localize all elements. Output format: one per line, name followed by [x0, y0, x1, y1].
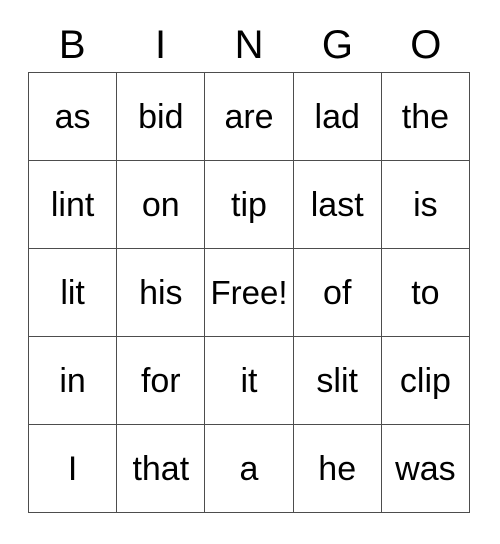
bingo-cell[interactable]: last — [293, 161, 382, 249]
bingo-cell[interactable]: that — [117, 425, 206, 513]
bingo-cell[interactable]: tip — [205, 161, 294, 249]
bingo-header-row: B I N G O — [28, 18, 470, 72]
bingo-cell-label: tip — [231, 185, 267, 224]
bingo-cell-label: in — [59, 361, 86, 400]
bingo-cell-label: to — [411, 273, 440, 312]
bingo-cell[interactable]: clip — [381, 337, 471, 425]
bingo-cell[interactable]: lad — [293, 73, 382, 161]
bingo-cell-label: is — [413, 185, 438, 224]
bingo-cell[interactable]: it — [205, 337, 294, 425]
bingo-cell-label: last — [310, 185, 364, 224]
bingo-cell-label: he — [318, 449, 357, 488]
bingo-cell[interactable]: for — [117, 337, 206, 425]
bingo-cell[interactable]: of — [293, 249, 382, 337]
bingo-cell-label: lit — [60, 273, 85, 312]
bingo-cell-label: slit — [316, 361, 358, 400]
bingo-row: lint on tip last is — [29, 161, 471, 249]
bingo-cell[interactable]: as — [29, 73, 118, 161]
bingo-cell-label: for — [140, 361, 181, 400]
bingo-row: I that a he was — [29, 425, 471, 513]
bingo-cell-label: are — [224, 97, 274, 136]
bingo-cell[interactable]: are — [205, 73, 294, 161]
bingo-cell-label: bid — [138, 97, 184, 136]
bingo-cell-label: that — [132, 449, 190, 488]
bingo-cell[interactable]: is — [381, 161, 471, 249]
bingo-free-space-label: Free! — [210, 274, 288, 311]
bingo-cell[interactable]: lint — [29, 161, 118, 249]
bingo-cell-label: it — [240, 361, 258, 400]
bingo-cell-label: lint — [50, 185, 95, 224]
bingo-header-i: I — [155, 23, 167, 67]
bingo-cell[interactable]: slit — [293, 337, 382, 425]
bingo-cell[interactable]: I — [29, 425, 118, 513]
bingo-cell-label: clip — [399, 361, 451, 400]
bingo-cell[interactable]: his — [117, 249, 206, 337]
bingo-cell[interactable]: was — [381, 425, 471, 513]
bingo-cell[interactable]: on — [117, 161, 206, 249]
bingo-cell[interactable]: lit — [29, 249, 118, 337]
bingo-card: B I N G O as bid are lad the lint on tip… — [28, 18, 471, 513]
bingo-cell[interactable]: a — [205, 425, 294, 513]
bingo-header-n: N — [234, 23, 264, 67]
bingo-cell-label: his — [139, 273, 183, 312]
bingo-cell-label: on — [141, 185, 180, 224]
bingo-row: in for it slit clip — [29, 337, 471, 425]
bingo-header-b: B — [58, 23, 86, 67]
bingo-row: lit his Free! of to — [29, 249, 471, 337]
bingo-cell[interactable]: to — [381, 249, 471, 337]
bingo-cell[interactable]: in — [29, 337, 118, 425]
bingo-cell-label: of — [323, 273, 352, 312]
bingo-cell-label: as — [54, 97, 91, 136]
bingo-cell-label: I — [67, 449, 78, 488]
bingo-cell-label: a — [239, 449, 259, 488]
bingo-row: as bid are lad the — [29, 73, 471, 161]
bingo-cell-label: the — [401, 97, 450, 136]
bingo-cell[interactable]: bid — [117, 73, 206, 161]
bingo-free-space-cell[interactable]: Free! — [205, 249, 294, 337]
bingo-header-g: G — [321, 23, 353, 67]
bingo-header-o: O — [410, 23, 442, 67]
bingo-cell[interactable]: the — [381, 73, 471, 161]
bingo-cell-label: was — [395, 449, 456, 488]
bingo-grid: as bid are lad the lint on tip last is l… — [28, 72, 471, 513]
bingo-cell[interactable]: he — [293, 425, 382, 513]
bingo-cell-label: lad — [314, 97, 360, 136]
